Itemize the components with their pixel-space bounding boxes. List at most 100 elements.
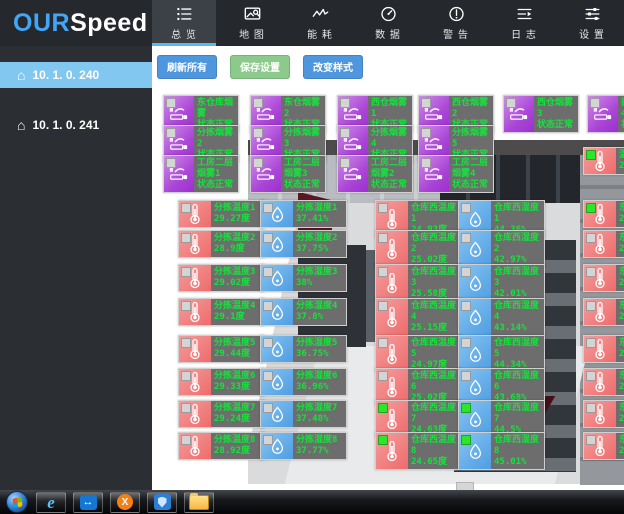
- smoke-detector-tile[interactable]: 西仓烟雾3 状态正常: [503, 95, 579, 133]
- tile-checkbox[interactable]: [378, 371, 388, 381]
- tile-checkbox[interactable]: [586, 338, 596, 348]
- tile-checkbox[interactable]: [263, 233, 273, 243]
- tile-checkbox[interactable]: [340, 158, 350, 168]
- sensor-tile[interactable]: 东仓温度6 23: [583, 368, 624, 396]
- tab-警告[interactable]: 警 告: [424, 0, 488, 46]
- tile-checkbox[interactable]: [263, 338, 273, 348]
- sensor-tile[interactable]: 分拣湿度7 37.48%: [260, 400, 347, 428]
- tile-checkbox[interactable]: [421, 98, 431, 108]
- tile-checkbox[interactable]: [461, 203, 471, 213]
- tile-checkbox[interactable]: [461, 301, 471, 311]
- tile-checkbox[interactable]: [461, 338, 471, 348]
- toolbar-button[interactable]: 改变样式: [303, 55, 363, 79]
- tile-checkbox[interactable]: [166, 158, 176, 168]
- tab-设置[interactable]: 设 置: [560, 0, 624, 46]
- xampp[interactable]: [110, 492, 140, 513]
- smoke-detector-tile[interactable]: 工房二层烟雾3 状态正常: [250, 155, 326, 193]
- smoke-detector-tile[interactable]: 工房二层烟雾2 状态正常: [337, 155, 413, 193]
- sensor-tile[interactable]: 分拣湿度6 36.96%: [260, 368, 347, 396]
- internet-explorer[interactable]: [36, 492, 66, 513]
- tile-checkbox[interactable]: [586, 150, 596, 160]
- tile-checkbox[interactable]: [263, 403, 273, 413]
- security-shield[interactable]: [147, 492, 177, 513]
- tile-checkbox[interactable]: [586, 435, 596, 445]
- sensor-tile[interactable]: 分拣温度3 29.02度: [178, 264, 265, 292]
- tile-checkbox[interactable]: [586, 233, 596, 243]
- tile-checkbox[interactable]: [181, 338, 191, 348]
- tile-checkbox[interactable]: [181, 435, 191, 445]
- tile-checkbox[interactable]: [181, 371, 191, 381]
- tile-checkbox[interactable]: [340, 98, 350, 108]
- tile-checkbox[interactable]: [586, 267, 596, 277]
- tile-checkbox[interactable]: [586, 403, 596, 413]
- tile-checkbox[interactable]: [378, 233, 388, 243]
- tab-地图[interactable]: 地 图: [220, 0, 284, 46]
- sensor-tile[interactable]: 仓库西湿度3 42.01%: [458, 264, 545, 302]
- sensor-tile[interactable]: 仓库西湿度8 45.01%: [458, 432, 545, 470]
- sensor-tile[interactable]: 分拣温度1 29.27度: [178, 200, 265, 228]
- tab-日志[interactable]: 日 志: [492, 0, 556, 46]
- tile-checkbox[interactable]: [253, 98, 263, 108]
- sensor-tile[interactable]: 东仓温度1 24: [583, 200, 624, 228]
- tile-checkbox[interactable]: [586, 203, 596, 213]
- tile-checkbox[interactable]: [263, 203, 273, 213]
- tile-checkbox[interactable]: [461, 233, 471, 243]
- tile-checkbox[interactable]: [253, 128, 263, 138]
- tile-checkbox[interactable]: [166, 128, 176, 138]
- tile-checkbox[interactable]: [263, 371, 273, 381]
- tile-checkbox[interactable]: [586, 371, 596, 381]
- sensor-tile[interactable]: 仓库西湿度2 42.97%: [458, 230, 545, 268]
- sensor-tile[interactable]: 分拣湿度1 37.41%: [260, 200, 347, 228]
- sensor-tile[interactable]: 分拣湿度4 37.8%: [260, 298, 347, 326]
- sensor-tile[interactable]: 仓库西湿度4 43.14%: [458, 298, 545, 336]
- sensor-tile[interactable]: 东仓温度7 24: [583, 400, 624, 428]
- sensor-tile[interactable]: 东仓温度5 23: [583, 335, 624, 363]
- sensor-tile[interactable]: 分拣湿度8 37.77%: [260, 432, 347, 460]
- tile-checkbox[interactable]: [263, 267, 273, 277]
- tile-checkbox[interactable]: [181, 301, 191, 311]
- sensor-tile[interactable]: 分拣温度6 29.33度: [178, 368, 265, 396]
- sensor-tile[interactable]: 分拣湿度5 36.75%: [260, 335, 347, 363]
- tile-checkbox[interactable]: [461, 435, 471, 445]
- tile-checkbox[interactable]: [340, 128, 350, 138]
- tile-checkbox[interactable]: [181, 203, 191, 213]
- teamviewer[interactable]: [73, 492, 103, 513]
- sensor-tile[interactable]: 仓库西温度2 25.02度: [375, 230, 462, 268]
- tile-checkbox[interactable]: [461, 371, 471, 381]
- smoke-detector-tile[interactable]: 工房二层烟雾4 状态正常: [418, 155, 494, 193]
- tile-checkbox[interactable]: [461, 267, 471, 277]
- toolbar-button[interactable]: 刷新所有: [157, 55, 217, 79]
- tile-checkbox[interactable]: [166, 98, 176, 108]
- sensor-tile[interactable]: 分拣温度5 29.44度: [178, 335, 265, 363]
- tile-checkbox[interactable]: [378, 338, 388, 348]
- sensor-tile[interactable]: 温度 27: [583, 147, 624, 175]
- sensor-tile[interactable]: 仓库西温度4 25.15度: [375, 298, 462, 336]
- sensor-tile[interactable]: 分拣温度8 28.92度: [178, 432, 265, 460]
- tile-checkbox[interactable]: [586, 301, 596, 311]
- tile-checkbox[interactable]: [378, 435, 388, 445]
- sensor-tile[interactable]: 仓库西温度3 25.58度: [375, 264, 462, 302]
- sensor-tile[interactable]: 分拣温度7 29.24度: [178, 400, 265, 428]
- windows-start-button[interactable]: [5, 492, 29, 513]
- sensor-tile[interactable]: 东仓温度4 24: [583, 298, 624, 326]
- file-explorer[interactable]: [184, 492, 214, 513]
- tile-checkbox[interactable]: [181, 267, 191, 277]
- tile-checkbox[interactable]: [506, 98, 516, 108]
- sidebar-item-1010240[interactable]: ⌂ 10. 1. 0. 240: [0, 62, 152, 88]
- tab-数据[interactable]: 数 据: [356, 0, 420, 46]
- tab-能耗[interactable]: 能 耗: [288, 0, 352, 46]
- tile-checkbox[interactable]: [263, 435, 273, 445]
- smoke-detector-tile[interactable]: 工房二层烟雾1 状态正常: [163, 155, 239, 193]
- tile-checkbox[interactable]: [421, 128, 431, 138]
- tile-checkbox[interactable]: [378, 403, 388, 413]
- sidebar-item-1010241[interactable]: ⌂ 10. 1. 0. 241: [0, 112, 152, 138]
- tile-checkbox[interactable]: [181, 233, 191, 243]
- tile-checkbox[interactable]: [253, 158, 263, 168]
- sensor-tile[interactable]: 仓库西温度8 24.65度: [375, 432, 462, 470]
- smoke-detector-tile[interactable]: 西仓烟雾4 状态正常: [587, 95, 624, 133]
- toolbar-button[interactable]: 保存设置: [230, 55, 290, 79]
- sensor-tile[interactable]: 分拣湿度3 38%: [260, 264, 347, 292]
- tile-checkbox[interactable]: [378, 203, 388, 213]
- tile-checkbox[interactable]: [378, 301, 388, 311]
- sensor-tile[interactable]: 东仓温度3 24: [583, 264, 624, 292]
